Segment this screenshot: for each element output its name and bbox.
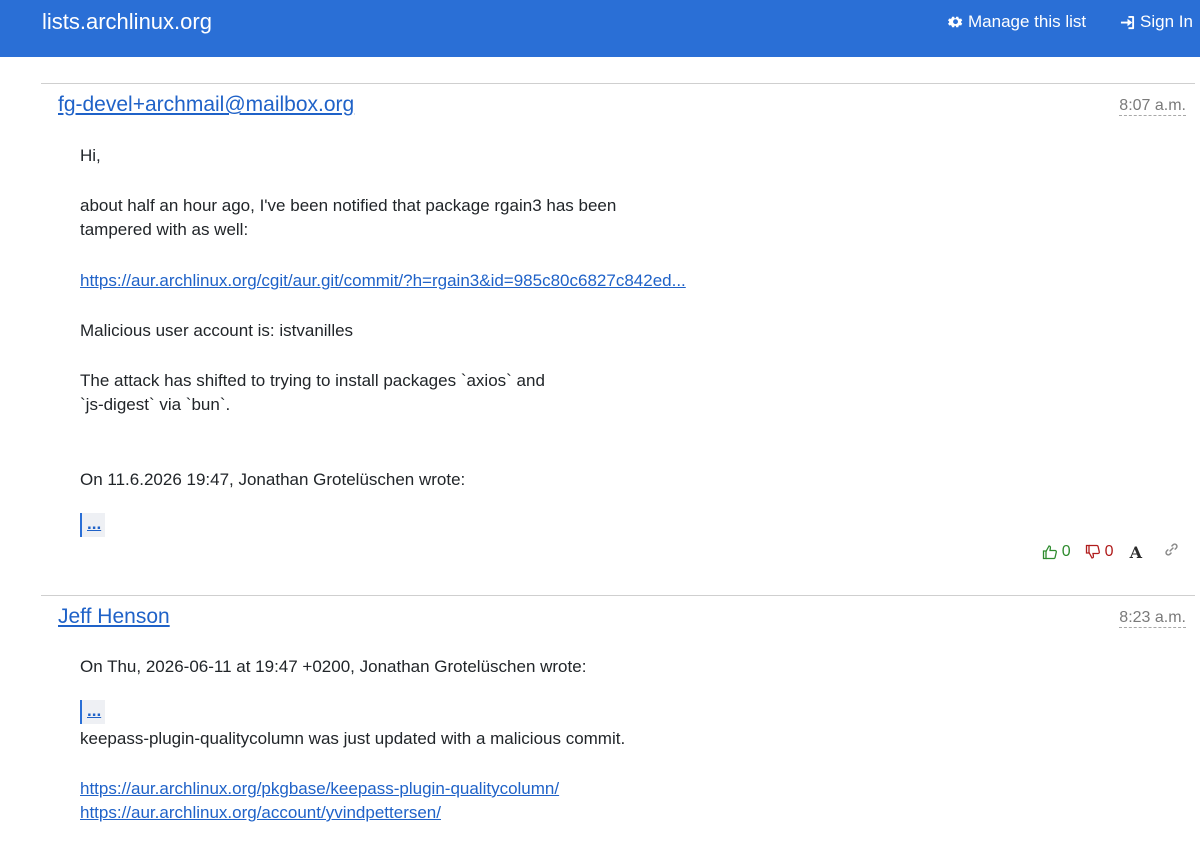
like-button[interactable]: 0 (1042, 543, 1071, 561)
gear-icon (948, 16, 963, 27)
dislike-button[interactable]: 0 (1085, 543, 1114, 561)
fixed-font-toggle[interactable]: A (1130, 543, 1142, 562)
permalink-button[interactable] (1164, 542, 1179, 562)
commit-link[interactable]: https://aur.archlinux.org/cgit/aur.git/c… (80, 269, 686, 293)
quote-attribution: On Thu, 2026-06-11 at 19:47 +0200, Jonat… (80, 657, 587, 676)
like-count: 0 (1061, 543, 1071, 560)
message-text-line: The attack has shifted to trying to inst… (80, 371, 545, 390)
message-actions: 0 0 A (1042, 542, 1179, 562)
package-link[interactable]: https://aur.archlinux.org/pkgbase/keepas… (80, 777, 559, 801)
thumbs-up-icon (1042, 545, 1057, 560)
message-greeting: Hi, (80, 146, 101, 165)
message-text-line: tampered with as well: (80, 220, 249, 239)
sender-link[interactable]: Jeff Henson (58, 605, 170, 629)
sender-link[interactable]: fg-devel+archmail@mailbox.org (58, 93, 354, 117)
site-brand-link[interactable]: lists.archlinux.org (42, 9, 212, 35)
link-icon (1165, 543, 1178, 556)
message-text-line: `js-digest` via `bun`. (80, 395, 231, 414)
message-text-line: keepass-plugin-qualitycolumn was just up… (80, 729, 626, 748)
expand-quote-button[interactable]: ... (80, 513, 106, 537)
thumbs-down-icon (1085, 544, 1100, 559)
dislike-count: 0 (1104, 543, 1114, 560)
message-time: 8:07 a.m. (1119, 97, 1186, 116)
email-message: Jeff Henson 8:23 a.m. On Thu, 2026-06-11… (41, 595, 1195, 845)
quote-attribution: On 11.6.2026 19:47, Jonathan Grotelüsche… (80, 470, 466, 489)
manage-list-link[interactable]: Manage this list (948, 12, 1086, 32)
sign-in-icon (1120, 15, 1135, 29)
expand-quote-button[interactable]: ... (80, 700, 106, 724)
email-message: fg-devel+archmail@mailbox.org 8:07 a.m. … (41, 83, 1195, 583)
message-text-line: Malicious user account is: istvanilles (80, 321, 354, 340)
message-time: 8:23 a.m. (1119, 609, 1186, 628)
top-navbar: lists.archlinux.org Manage this list Sig… (0, 0, 1200, 57)
account-link[interactable]: https://aur.archlinux.org/account/yvindp… (80, 801, 441, 825)
manage-list-label: Manage this list (968, 12, 1087, 31)
sign-in-link[interactable]: Sign In (1120, 12, 1193, 32)
message-text-line: about half an hour ago, I've been notifi… (80, 196, 617, 215)
sign-in-label: Sign In (1140, 12, 1193, 31)
